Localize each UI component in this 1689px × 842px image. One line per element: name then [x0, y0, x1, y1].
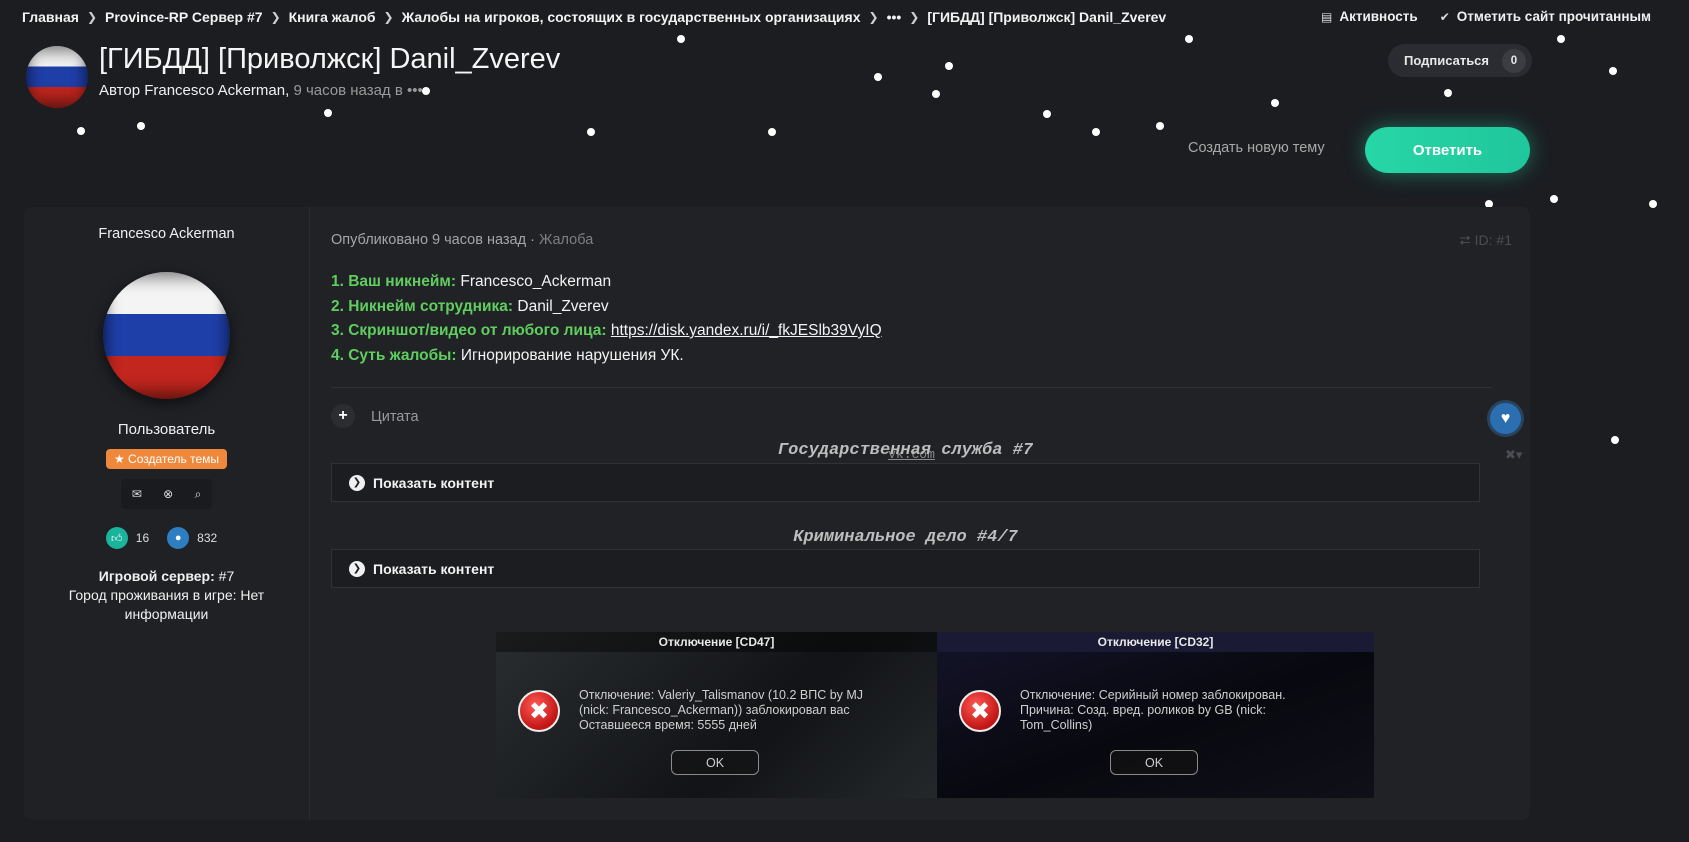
- field-label: 1. Ваш никнейм:: [331, 273, 457, 290]
- subscribe-label: Подписаться: [1404, 53, 1490, 68]
- dialog-ok-button: OK: [671, 750, 759, 775]
- subscribe-count: 0: [1502, 49, 1526, 73]
- share-icon: ⮂: [1459, 232, 1471, 248]
- reply-button[interactable]: Ответить: [1365, 127, 1530, 173]
- post-meta: Опубликовано 9 часов назад · Жалоба: [331, 232, 594, 248]
- field-row: 3. Скриншот/видео от любого лица: https:…: [331, 319, 882, 344]
- subscribe-button[interactable]: Подписаться 0: [1388, 44, 1532, 77]
- post-category[interactable]: Жалоба: [539, 232, 593, 248]
- thumbs-up-icon: 👍︎: [105, 527, 128, 549]
- comment-icon: ●: [167, 527, 190, 549]
- chevron-right-icon: ❯: [349, 474, 365, 491]
- topic-ellipsis[interactable]: •••: [407, 82, 423, 99]
- mark-read-label: Отметить сайт прочитанным: [1456, 9, 1651, 24]
- mark-read-link[interactable]: ✔ Отметить сайт прочитанным: [1440, 9, 1651, 24]
- new-topic-link[interactable]: Создать новую тему: [1188, 140, 1325, 156]
- user-actions: ✉ ⊗ ⌕: [121, 479, 212, 509]
- check-icon: ✔: [1439, 9, 1450, 24]
- ban-dialog-image: Отключение [CD47] ✖ Отключение: Valeriy_…: [496, 632, 937, 798]
- breadcrumb-complaints-book[interactable]: Книга жалоб: [289, 9, 376, 25]
- ban-dialog-image: Отключение [CD32] ✖ Отключение: Серийный…: [937, 632, 1374, 798]
- breadcrumb-ellipsis[interactable]: •••: [887, 9, 902, 25]
- chevron-right-icon: ❯: [270, 10, 281, 24]
- user-info: Игровой сервер: #7 Город проживания в иг…: [24, 567, 309, 624]
- spoiler-toggle[interactable]: ❯ Показать контент: [331, 549, 1480, 588]
- field-value: Danil_Zverev: [517, 297, 609, 315]
- activity-label: Активность: [1339, 9, 1418, 24]
- field-row: 4. Суть жалобы: Игнорирование нарушения …: [331, 344, 882, 369]
- byline-prefix: Автор: [99, 82, 141, 99]
- field-label: 3. Скриншот/видео от любого лица:: [331, 322, 607, 339]
- dialog-text: Отключение: Valeriy_Talismanov (10.2 ВПС…: [579, 688, 864, 732]
- post-content: Опубликовано 9 часов назад · Жалоба ⮂ ID…: [331, 207, 1522, 820]
- error-icon: ✖: [959, 690, 1001, 732]
- dialog-title: Отключение [CD47]: [496, 632, 937, 652]
- field-value: Игнорирование нарушения УК.: [460, 346, 684, 364]
- russian-flag-image: [103, 272, 230, 399]
- author-link[interactable]: Francesco Ackerman: [144, 82, 285, 99]
- breadcrumb-forum[interactable]: Жалобы на игроков, состоящих в государст…: [402, 9, 861, 25]
- chevron-right-icon: ❯: [868, 10, 879, 24]
- complaint-fields: 1. Ваш никнейм: Francesco_Ackerman 2. Ни…: [331, 270, 882, 368]
- byline: Автор Francesco Ackerman, 9 часов назад …: [99, 82, 423, 99]
- dialog-title: Отключение [CD32]: [937, 632, 1374, 652]
- dialog-ok-button: OK: [1110, 750, 1198, 775]
- spoiler-toggle[interactable]: ❯ Показать контент: [331, 463, 1480, 502]
- activity-link[interactable]: ▤ Активность: [1321, 9, 1418, 24]
- evidence-link[interactable]: https://disk.yandex.ru/i/_fkJESlb39VyIQ: [611, 322, 882, 339]
- post-author-avatar[interactable]: [103, 272, 230, 399]
- activity-icon: ▤: [1321, 9, 1333, 24]
- error-icon: ✖: [518, 690, 560, 732]
- field-label: 2. Никнейм сотрудника:: [331, 297, 514, 315]
- quote-button[interactable]: Цитата: [371, 409, 419, 425]
- top-actions: ▤ Активность ✔ Отметить сайт прочитанным: [1321, 9, 1651, 24]
- chevron-right-icon: ❯: [383, 10, 394, 24]
- field-row: 2. Никнейм сотрудника: Danil_Zverev: [331, 295, 882, 320]
- post-card: Francesco Ackerman Пользователь ★ Создат…: [24, 207, 1530, 820]
- page-title: [ГИБДД] [Приволжск] Danil_Zverev: [99, 43, 561, 75]
- server-value: #7: [218, 568, 235, 584]
- chevron-right-icon: ❯: [349, 560, 365, 577]
- signature-section-title: Государственная служба #7: [777, 441, 1034, 460]
- spoiler-label: Показать контент: [373, 474, 495, 491]
- posts-count: 832: [197, 531, 218, 545]
- block-icon[interactable]: ⊗: [163, 487, 173, 501]
- breadcrumb: Главная ❯ Province-RP Сервер #7 ❯ Книга …: [22, 9, 1166, 25]
- breadcrumb-home[interactable]: Главная: [22, 9, 79, 25]
- author-avatar[interactable]: [26, 46, 88, 108]
- server-label: Игровой сервер:: [98, 568, 215, 584]
- city-info: Город проживания в игре: Нет информации: [68, 587, 265, 622]
- field-row: 1. Ваш никнейм: Francesco_Ackerman: [331, 270, 882, 295]
- multiquote-plus-button[interactable]: +: [331, 404, 355, 428]
- published-time: Опубликовано 9 часов назад: [331, 232, 527, 248]
- topic-starter-badge: ★ Создатель темы: [105, 449, 228, 469]
- breadcrumb-server[interactable]: Province-RP Сервер #7: [105, 9, 263, 25]
- post-id-label: ID: #1: [1474, 232, 1512, 248]
- field-value: Francesco_Ackerman: [460, 273, 612, 290]
- breadcrumb-current[interactable]: [ГИБДД] [Приволжск] Danil_Zverev: [927, 9, 1166, 25]
- chevron-right-icon: ❯: [86, 10, 97, 24]
- heart-icon[interactable]: ♥: [1490, 403, 1521, 434]
- spoiler-label: Показать контент: [373, 560, 495, 577]
- chevron-right-icon: ❯: [909, 10, 920, 24]
- post-author-name[interactable]: Francesco Ackerman: [24, 226, 309, 242]
- badge-label: Создатель темы: [128, 452, 220, 466]
- signature-section-title: Криминальное дело #4/7: [793, 528, 1018, 547]
- divider: [331, 387, 1492, 388]
- topic-time: 9 часов назад в: [293, 82, 403, 99]
- dialog-text: Отключение: Серийный номер заблокирован.…: [1020, 688, 1286, 732]
- field-label: 4. Суть жалобы:: [331, 346, 457, 364]
- russian-flag-image: [26, 46, 88, 108]
- star-icon: ★: [113, 452, 125, 466]
- likes-count: 16: [135, 531, 150, 545]
- top-bar: Главная ❯ Province-RP Сервер #7 ❯ Книга …: [0, 0, 1689, 36]
- close-signature-icon[interactable]: ✖▾: [1505, 447, 1522, 463]
- search-icon[interactable]: ⌕: [195, 487, 202, 502]
- post-id[interactable]: ⮂ ID: #1: [1460, 232, 1512, 249]
- user-stats: 👍︎ 16 ● 832: [24, 527, 309, 549]
- user-role: Пользователь: [117, 421, 216, 438]
- post-author-sidebar: Francesco Ackerman Пользователь ★ Создат…: [24, 207, 310, 820]
- mail-icon[interactable]: ✉: [132, 487, 142, 501]
